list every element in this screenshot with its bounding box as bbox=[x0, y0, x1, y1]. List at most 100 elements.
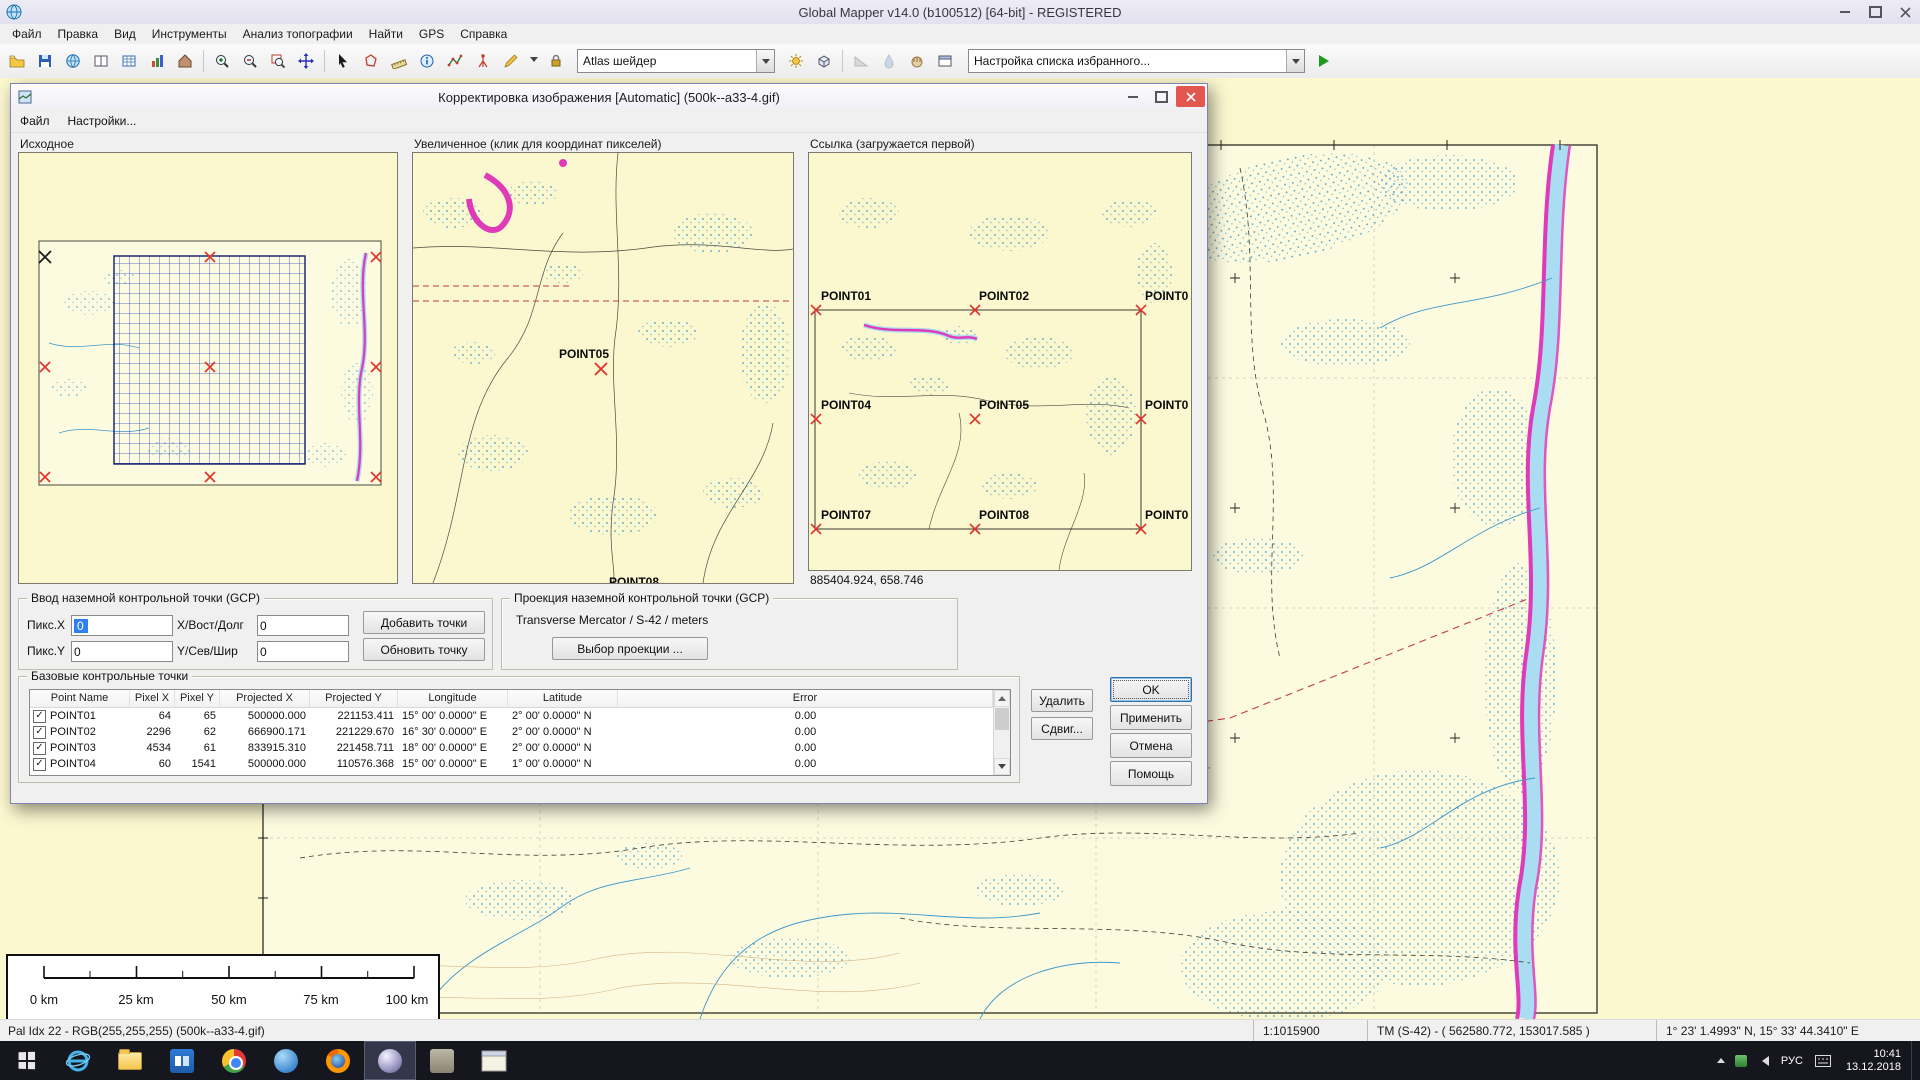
row-checkbox[interactable]: ✓ bbox=[33, 710, 46, 723]
feature-info-button[interactable] bbox=[414, 48, 440, 74]
col-latitude[interactable]: Latitude bbox=[508, 690, 618, 707]
shader-combobox[interactable]: Atlas шейдер bbox=[577, 49, 775, 73]
select-projection-button[interactable]: Выбор проекции ... bbox=[552, 637, 708, 660]
ok-button[interactable]: OK bbox=[1110, 677, 1192, 702]
menu-tools[interactable]: Инструменты bbox=[144, 25, 235, 43]
taskbar-clock[interactable]: 10:41 13.12.2018 bbox=[1836, 1048, 1911, 1074]
hillshade-button[interactable] bbox=[783, 48, 809, 74]
gps-button[interactable] bbox=[470, 48, 496, 74]
tray-volume[interactable] bbox=[1752, 1041, 1774, 1080]
taskbar-firefox[interactable] bbox=[312, 1041, 364, 1080]
zoom-out-button[interactable] bbox=[237, 48, 263, 74]
taskbar-media-app[interactable] bbox=[260, 1041, 312, 1080]
north-lat-field[interactable]: 0 bbox=[257, 641, 349, 662]
menu-help[interactable]: Справка bbox=[452, 25, 515, 43]
col-projected-y[interactable]: Projected Y bbox=[310, 690, 398, 707]
east-lon-field[interactable]: 0 bbox=[257, 615, 349, 636]
col-point-name[interactable]: Point Name bbox=[30, 690, 130, 707]
draw-button[interactable] bbox=[498, 48, 524, 74]
maximize-button[interactable] bbox=[1860, 0, 1890, 24]
col-pixel-y[interactable]: Pixel Y bbox=[175, 690, 220, 707]
overlay-control-button[interactable] bbox=[116, 48, 142, 74]
digitizer-button[interactable] bbox=[358, 48, 384, 74]
close-button[interactable] bbox=[1890, 0, 1920, 24]
grab-tool-button[interactable] bbox=[904, 48, 930, 74]
dialog-menu-file[interactable]: Файл bbox=[11, 112, 59, 130]
dialog-minimize-button[interactable] bbox=[1118, 86, 1147, 107]
slope-shader-button[interactable] bbox=[848, 48, 874, 74]
draw-dropdown-button[interactable] bbox=[526, 48, 541, 74]
menu-edit[interactable]: Правка bbox=[50, 25, 107, 43]
workspace-button[interactable] bbox=[88, 48, 114, 74]
delete-point-button[interactable]: Удалить bbox=[1031, 689, 1093, 712]
taskbar-app-tile[interactable] bbox=[156, 1041, 208, 1080]
scroll-down-button[interactable] bbox=[994, 758, 1010, 775]
tray-status-icon[interactable] bbox=[1730, 1041, 1752, 1080]
watershed-button[interactable] bbox=[876, 48, 902, 74]
scrollbar-thumb[interactable] bbox=[995, 708, 1009, 730]
language-indicator[interactable]: РУС bbox=[1774, 1055, 1810, 1067]
pixel-y-field[interactable]: 0 bbox=[71, 641, 173, 662]
map-workspace[interactable]: 0 km 25 km 50 km 75 km 100 km Корректиро… bbox=[0, 78, 1920, 1019]
dialog-close-button[interactable] bbox=[1176, 86, 1205, 107]
tray-keyboard[interactable] bbox=[1810, 1041, 1836, 1080]
home-view-button[interactable] bbox=[172, 48, 198, 74]
taskbar-app-gray[interactable] bbox=[416, 1041, 468, 1080]
col-pixel-x[interactable]: Pixel X bbox=[130, 690, 175, 707]
configuration-button[interactable] bbox=[144, 48, 170, 74]
help-button[interactable]: Помощь bbox=[1110, 761, 1192, 786]
map-layout-button[interactable] bbox=[932, 48, 958, 74]
taskbar-open-window[interactable] bbox=[468, 1041, 520, 1080]
online-data-button[interactable] bbox=[60, 48, 86, 74]
table-row[interactable]: ✓POINT01 64 65 500000.000 221153.411 15°… bbox=[30, 708, 993, 724]
favorites-combobox[interactable]: Настройка списка избранного... bbox=[968, 49, 1305, 73]
favorites-dropdown[interactable] bbox=[1286, 50, 1304, 72]
add-point-button[interactable]: Добавить точки bbox=[363, 611, 485, 634]
menu-gps[interactable]: GPS bbox=[411, 25, 452, 43]
save-button[interactable] bbox=[32, 48, 58, 74]
dialog-maximize-button[interactable] bbox=[1147, 86, 1176, 107]
start-button[interactable] bbox=[0, 1041, 52, 1080]
view-3d-button[interactable] bbox=[811, 48, 837, 74]
select-tool-button[interactable] bbox=[330, 48, 356, 74]
apply-button[interactable]: Применить bbox=[1110, 705, 1192, 730]
zoom-in-button[interactable] bbox=[209, 48, 235, 74]
pan-button[interactable] bbox=[293, 48, 319, 74]
table-row[interactable]: ✓POINT03 4534 61 833915.310 221458.711 1… bbox=[30, 740, 993, 756]
dialog-menu-options[interactable]: Настройки... bbox=[59, 112, 146, 130]
open-file-button[interactable] bbox=[4, 48, 30, 74]
menu-search[interactable]: Найти bbox=[361, 25, 411, 43]
table-row[interactable]: ✓POINT04 60 1541 500000.000 110576.368 1… bbox=[30, 756, 993, 772]
row-checkbox[interactable]: ✓ bbox=[33, 758, 46, 771]
shift-button[interactable]: Сдвиг... bbox=[1031, 717, 1093, 740]
minimize-button[interactable] bbox=[1830, 0, 1860, 24]
gcp-list[interactable]: Point Name Pixel X Pixel Y Projected X P… bbox=[29, 689, 1011, 776]
table-scrollbar[interactable] bbox=[993, 690, 1010, 775]
update-point-button[interactable]: Обновить точку bbox=[363, 638, 485, 661]
row-checkbox[interactable]: ✓ bbox=[33, 742, 46, 755]
reference-image-panel[interactable]: POINT01 POINT02 POINT0 POINT04 POINT05 P… bbox=[808, 152, 1192, 571]
menu-terrain-analysis[interactable]: Анализ топографии bbox=[235, 25, 361, 43]
shader-dropdown[interactable] bbox=[756, 50, 774, 72]
tray-show-hidden-button[interactable] bbox=[1712, 1041, 1730, 1080]
zoomed-image-panel[interactable]: POINT05 POINT08 bbox=[412, 152, 794, 584]
scroll-up-button[interactable] bbox=[994, 690, 1010, 707]
taskbar-ie[interactable] bbox=[52, 1041, 104, 1080]
col-projected-x[interactable]: Projected X bbox=[220, 690, 310, 707]
source-image-panel[interactable] bbox=[18, 152, 398, 584]
apply-favorite-button[interactable] bbox=[1311, 48, 1337, 74]
col-error[interactable]: Error bbox=[618, 690, 993, 707]
show-desktop-button[interactable] bbox=[1911, 1041, 1920, 1080]
table-row[interactable]: ✓POINT02 2296 62 666900.171 221229.670 1… bbox=[30, 724, 993, 740]
dialog-titlebar[interactable]: Корректировка изображения [Automatic] (5… bbox=[11, 84, 1207, 111]
menu-file[interactable]: Файл bbox=[4, 25, 50, 43]
cancel-button[interactable]: Отмена bbox=[1110, 733, 1192, 758]
gcp-list-header[interactable]: Point Name Pixel X Pixel Y Projected X P… bbox=[30, 690, 993, 708]
col-longitude[interactable]: Longitude bbox=[398, 690, 508, 707]
taskbar-global-mapper[interactable] bbox=[364, 1041, 416, 1080]
row-checkbox[interactable]: ✓ bbox=[33, 726, 46, 739]
measure-button[interactable] bbox=[386, 48, 412, 74]
taskbar-file-explorer[interactable] bbox=[104, 1041, 156, 1080]
lock-views-button[interactable] bbox=[543, 48, 569, 74]
full-extent-button[interactable] bbox=[265, 48, 291, 74]
